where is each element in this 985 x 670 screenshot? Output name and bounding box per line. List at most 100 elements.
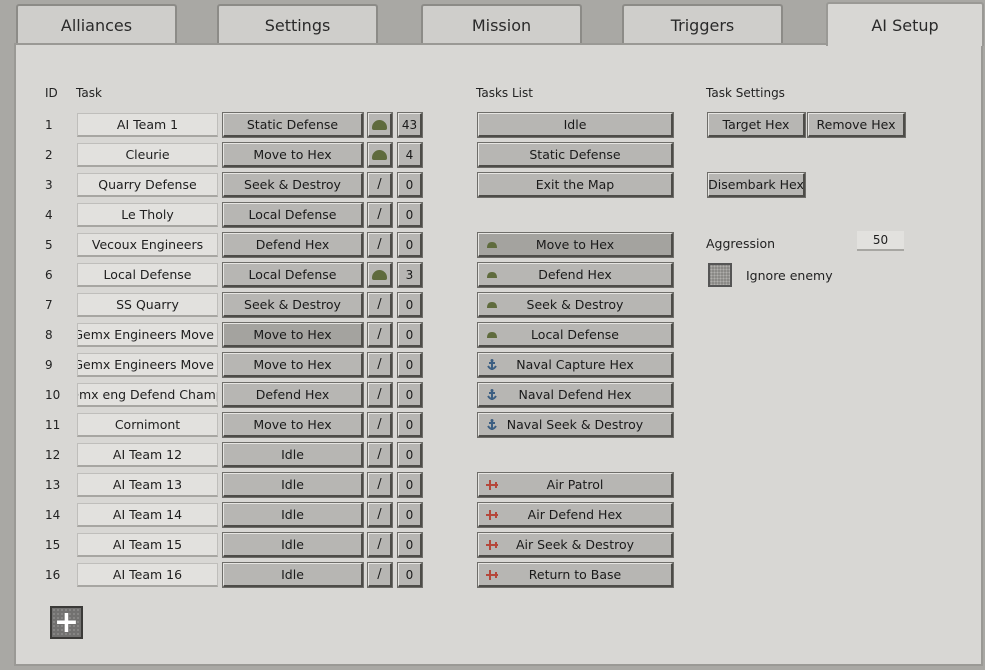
unit-empty-slash: / — [377, 237, 382, 252]
plane-icon — [486, 510, 498, 520]
team-name-field[interactable]: AI Team 1 — [77, 113, 218, 137]
unit-helmet-button[interactable] — [367, 142, 393, 168]
task-list-item[interactable]: Naval Defend Hex — [477, 382, 674, 408]
team-id: 1 — [45, 118, 53, 132]
task-list-item-label: Seek & Destroy — [526, 297, 624, 312]
unit-count[interactable]: 0 — [397, 172, 423, 198]
task-list-item[interactable]: Local Defense — [477, 322, 674, 348]
unit-empty-button[interactable]: / — [367, 472, 393, 498]
team-name-field[interactable]: Cleurie — [77, 143, 218, 167]
unit-count[interactable]: 0 — [397, 352, 423, 378]
unit-count[interactable]: 4 — [397, 142, 423, 168]
unit-empty-button[interactable]: / — [367, 412, 393, 438]
team-task-button[interactable]: Static Defense — [222, 112, 364, 138]
unit-count[interactable]: 0 — [397, 532, 423, 558]
team-name-field[interactable]: SS Quarry — [77, 293, 218, 317]
task-list-item[interactable]: Defend Hex — [477, 262, 674, 288]
remove-hex-button[interactable]: Remove Hex — [807, 112, 906, 138]
team-task-button[interactable]: Idle — [222, 532, 364, 558]
task-list-item[interactable]: Seek & Destroy — [477, 292, 674, 318]
task-list-item[interactable]: Exit the Map — [477, 172, 674, 198]
team-task-button[interactable]: Defend Hex — [222, 232, 364, 258]
task-list-item[interactable]: Air Seek & Destroy — [477, 532, 674, 558]
team-task-button[interactable]: Seek & Destroy — [222, 172, 364, 198]
team-task-button[interactable]: Defend Hex — [222, 382, 364, 408]
unit-empty-button[interactable]: / — [367, 502, 393, 528]
team-task-button[interactable]: Local Defense — [222, 202, 364, 228]
team-task-button[interactable]: Seek & Destroy — [222, 292, 364, 318]
team-name-field[interactable]: Quarry Defense — [77, 173, 218, 197]
unit-count[interactable]: 0 — [397, 292, 423, 318]
unit-empty-slash: / — [377, 417, 382, 432]
plane-icon — [486, 480, 498, 490]
team-task-button[interactable]: Move to Hex — [222, 352, 364, 378]
aggression-value-field[interactable]: 50 — [857, 231, 904, 251]
unit-count[interactable]: 43 — [397, 112, 423, 138]
unit-empty-button[interactable]: / — [367, 232, 393, 258]
team-task-button[interactable]: Move to Hex — [222, 412, 364, 438]
team-name-field[interactable]: AI Team 15 — [77, 533, 218, 557]
task-list-item[interactable]: Idle — [477, 112, 674, 138]
team-task-button[interactable]: Idle — [222, 562, 364, 588]
helmet-icon — [487, 302, 497, 308]
task-list-item[interactable]: Naval Seek & Destroy — [477, 412, 674, 438]
unit-count[interactable]: 0 — [397, 562, 423, 588]
unit-count[interactable]: 0 — [397, 412, 423, 438]
task-list-item[interactable]: Move to Hex — [477, 232, 674, 258]
add-team-button[interactable]: + — [50, 606, 83, 639]
disembark-hex-button[interactable]: Disembark Hex — [707, 172, 806, 198]
task-column-header: Task — [76, 86, 102, 100]
unit-count[interactable]: 0 — [397, 382, 423, 408]
unit-empty-button[interactable]: / — [367, 172, 393, 198]
team-name-field[interactable]: AI Team 14 — [77, 503, 218, 527]
unit-empty-button[interactable]: / — [367, 292, 393, 318]
unit-count[interactable]: 0 — [397, 202, 423, 228]
unit-count[interactable]: 0 — [397, 232, 423, 258]
task-list-item[interactable]: Naval Capture Hex — [477, 352, 674, 378]
unit-empty-slash: / — [377, 477, 382, 492]
team-name-field[interactable]: emx eng Defend Champ — [77, 383, 218, 407]
team-name-field[interactable]: Le Tholy — [77, 203, 218, 227]
team-name-field[interactable]: Vecoux Engineers — [77, 233, 218, 257]
plane-icon — [486, 570, 498, 580]
team-name-field[interactable]: Cornimont — [77, 413, 218, 437]
team-name-field[interactable]: AI Team 13 — [77, 473, 218, 497]
unit-empty-button[interactable]: / — [367, 532, 393, 558]
team-task-button[interactable]: Idle — [222, 502, 364, 528]
team-id: 5 — [45, 238, 53, 252]
unit-count[interactable]: 0 — [397, 502, 423, 528]
team-name-field[interactable]: AI Team 12 — [77, 443, 218, 467]
unit-empty-button[interactable]: / — [367, 442, 393, 468]
unit-count[interactable]: 0 — [397, 322, 423, 348]
ignore-enemy-checkbox[interactable] — [708, 263, 732, 287]
unit-empty-button[interactable]: / — [367, 202, 393, 228]
unit-count[interactable]: 0 — [397, 442, 423, 468]
team-id: 7 — [45, 298, 53, 312]
unit-empty-button[interactable]: / — [367, 322, 393, 348]
team-task-button[interactable]: Move to Hex — [222, 322, 364, 348]
team-task-button[interactable]: Local Defense — [222, 262, 364, 288]
unit-count[interactable]: 3 — [397, 262, 423, 288]
target-hex-button[interactable]: Target Hex — [707, 112, 806, 138]
team-task-button[interactable]: Idle — [222, 472, 364, 498]
team-id: 3 — [45, 178, 53, 192]
unit-count[interactable]: 0 — [397, 472, 423, 498]
task-list-item[interactable]: Air Patrol — [477, 472, 674, 498]
team-id: 13 — [45, 478, 61, 492]
team-name-field[interactable]: Gemx Engineers Move I — [77, 323, 218, 347]
task-list-item-label: Air Patrol — [546, 477, 604, 492]
team-task-button[interactable]: Idle — [222, 442, 364, 468]
team-id: 12 — [45, 448, 61, 462]
task-list-item[interactable]: Static Defense — [477, 142, 674, 168]
unit-empty-button[interactable]: / — [367, 562, 393, 588]
unit-helmet-button[interactable] — [367, 112, 393, 138]
unit-empty-button[interactable]: / — [367, 382, 393, 408]
team-name-field[interactable]: Local Defense — [77, 263, 218, 287]
unit-empty-button[interactable]: / — [367, 352, 393, 378]
task-list-item[interactable]: Return to Base — [477, 562, 674, 588]
team-name-field[interactable]: Gemx Engineers Move I — [77, 353, 218, 377]
team-name-field[interactable]: AI Team 16 — [77, 563, 218, 587]
unit-helmet-button[interactable] — [367, 262, 393, 288]
team-task-button[interactable]: Move to Hex — [222, 142, 364, 168]
task-list-item[interactable]: Air Defend Hex — [477, 502, 674, 528]
